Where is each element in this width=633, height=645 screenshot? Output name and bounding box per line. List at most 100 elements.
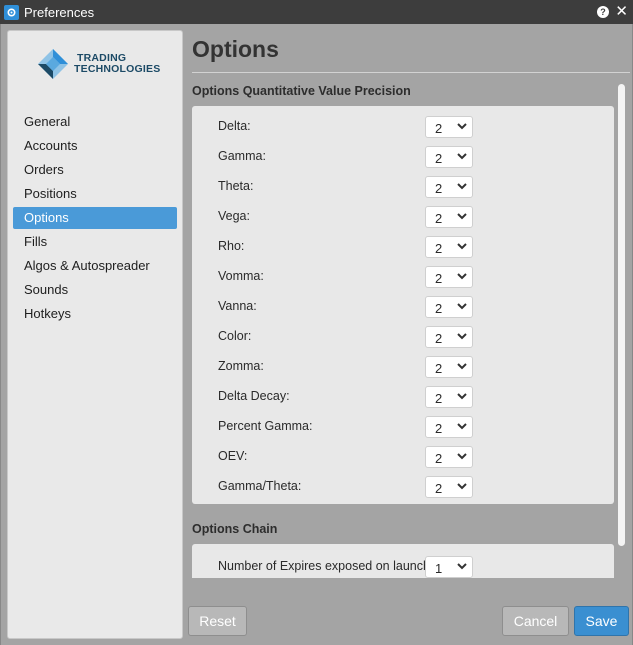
sidebar-item-fills[interactable]: Fills	[13, 231, 177, 253]
setting-row: Gamma/Theta: 2	[192, 474, 614, 500]
precision-group: Delta: 2 Gamma: 2 Theta: 2 Vega: 2 Rho: 2 Vomma: 2 V…	[192, 106, 614, 504]
app-icon	[4, 4, 19, 20]
save-button[interactable]: Save	[574, 606, 629, 636]
setting-label: Vanna:	[218, 299, 257, 313]
chevron-down-icon	[457, 213, 467, 220]
chevron-down-icon	[457, 303, 467, 310]
precision-select[interactable]: 2	[425, 176, 473, 198]
precision-select[interactable]: 2	[425, 146, 473, 168]
precision-select[interactable]: 1	[425, 556, 473, 578]
select-value: 2	[435, 361, 443, 376]
setting-label: Gamma/Theta:	[218, 479, 302, 493]
chevron-down-icon	[457, 153, 467, 160]
sidebar-item-orders[interactable]: Orders	[13, 159, 177, 181]
setting-label: Gamma:	[218, 149, 266, 163]
setting-label: Vega:	[218, 209, 250, 223]
setting-row: Vega: 2	[192, 204, 614, 230]
select-value: 2	[435, 181, 443, 196]
precision-select[interactable]: 2	[425, 116, 473, 138]
help-icon[interactable]: ?	[597, 6, 609, 18]
select-value: 2	[435, 451, 443, 466]
precision-select[interactable]: 2	[425, 386, 473, 408]
setting-row: Theta: 2	[192, 174, 614, 200]
reset-button[interactable]: Reset	[188, 606, 247, 636]
setting-label: Percent Gamma:	[218, 419, 313, 433]
close-icon[interactable]: ✕	[615, 3, 628, 21]
chevron-down-icon	[457, 423, 467, 430]
setting-label: Delta Decay:	[218, 389, 290, 403]
chevron-down-icon	[457, 363, 467, 370]
precision-select[interactable]: 2	[425, 296, 473, 318]
setting-row: Zomma: 2	[192, 354, 614, 380]
setting-row: Vanna: 2	[192, 294, 614, 320]
select-value: 2	[435, 121, 443, 136]
logo-mark-icon	[38, 49, 68, 79]
logo-line-2: TECHNOLOGIES	[74, 63, 161, 75]
select-value: 2	[435, 481, 443, 496]
logo-text: TRADING TECHNOLOGIES	[74, 53, 160, 75]
sidebar-item-positions[interactable]: Positions	[13, 183, 177, 205]
select-value: 2	[435, 271, 443, 286]
select-value: 2	[435, 241, 443, 256]
chevron-down-icon	[457, 483, 467, 490]
trading-technologies-logo: TRADING TECHNOLOGIES	[36, 47, 166, 83]
window-title: Preferences	[24, 4, 95, 20]
setting-row: Percent Gamma: 2	[192, 414, 614, 440]
preferences-window: TRADING TECHNOLOGIES General Accounts Or…	[0, 24, 633, 645]
sidebar-item-accounts[interactable]: Accounts	[13, 135, 177, 157]
chevron-down-icon	[457, 273, 467, 280]
setting-row: Color: 2	[192, 324, 614, 350]
title-divider	[192, 72, 630, 73]
setting-label: Rho:	[218, 239, 245, 253]
page-title: Options	[192, 36, 279, 62]
sidebar-item-algos-autospreader[interactable]: Algos & Autospreader	[13, 255, 177, 277]
setting-row: Delta Decay: 2	[192, 384, 614, 410]
title-bar: Preferences ? ✕	[0, 0, 633, 24]
precision-select[interactable]: 2	[425, 356, 473, 378]
precision-select[interactable]: 2	[425, 416, 473, 438]
options-chain-group: Number of Expires exposed on launch: 1	[192, 544, 614, 578]
setting-label: Delta:	[218, 119, 251, 133]
chevron-down-icon	[457, 243, 467, 250]
setting-label: Color:	[218, 329, 252, 343]
setting-row: Vomma: 2	[192, 264, 614, 290]
sidebar-nav: General Accounts Orders Positions Option…	[13, 111, 177, 327]
setting-row: Rho: 2	[192, 234, 614, 260]
setting-label: Theta:	[218, 179, 254, 193]
sidebar: TRADING TECHNOLOGIES General Accounts Or…	[7, 30, 183, 639]
setting-label: Zomma:	[218, 359, 264, 373]
cancel-button[interactable]: Cancel	[502, 606, 569, 636]
setting-label: Vomma:	[218, 269, 264, 283]
chevron-down-icon	[457, 393, 467, 400]
select-value: 1	[435, 561, 443, 576]
precision-select[interactable]: 2	[425, 446, 473, 468]
chevron-down-icon	[457, 183, 467, 190]
sidebar-item-hotkeys[interactable]: Hotkeys	[13, 303, 177, 325]
scrollbar[interactable]	[618, 84, 625, 546]
precision-select[interactable]: 2	[425, 476, 473, 498]
select-value: 2	[435, 301, 443, 316]
precision-select[interactable]: 2	[425, 326, 473, 348]
chevron-down-icon	[457, 123, 467, 130]
setting-row: Delta: 2	[192, 114, 614, 140]
precision-select[interactable]: 2	[425, 236, 473, 258]
sidebar-item-options[interactable]: Options	[13, 207, 177, 229]
chevron-down-icon	[457, 563, 467, 570]
precision-select[interactable]: 2	[425, 206, 473, 228]
precision-select[interactable]: 2	[425, 266, 473, 288]
options-scroll-area[interactable]: Options Quantitative Value Precision Del…	[187, 78, 629, 578]
chevron-down-icon	[457, 333, 467, 340]
setting-label: OEV:	[218, 449, 248, 463]
select-value: 2	[435, 331, 443, 346]
setting-row: OEV: 2	[192, 444, 614, 470]
select-value: 2	[435, 421, 443, 436]
select-value: 2	[435, 211, 443, 226]
sidebar-item-general[interactable]: General	[13, 111, 177, 133]
select-value: 2	[435, 391, 443, 406]
sidebar-item-sounds[interactable]: Sounds	[13, 279, 177, 301]
precision-section-heading: Options Quantitative Value Precision	[192, 84, 411, 98]
select-value: 2	[435, 151, 443, 166]
setting-row: Number of Expires exposed on launch: 1	[192, 554, 614, 578]
chevron-down-icon	[457, 453, 467, 460]
options-chain-heading: Options Chain	[192, 522, 278, 536]
